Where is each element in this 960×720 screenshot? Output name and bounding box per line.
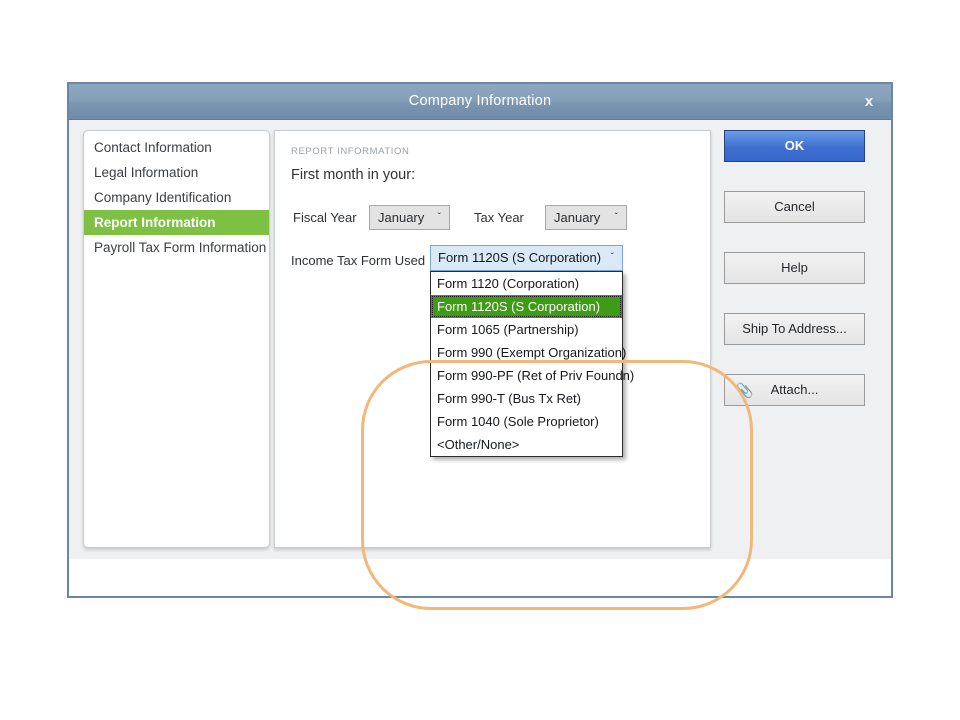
income-tax-form-value: Form 1120S (S Corporation) [438, 250, 602, 265]
dropdown-option-0[interactable]: Form 1120 (Corporation) [431, 272, 622, 295]
fiscal-year-select[interactable]: January ˇ [369, 205, 450, 230]
sidebar-item-1[interactable]: Legal Information [84, 160, 269, 185]
cancel-button[interactable]: Cancel [724, 191, 865, 223]
ship-to-address-button[interactable]: Ship To Address... [724, 313, 865, 345]
chevron-down-icon: ˇ [614, 212, 618, 223]
company-information-dialog: Company Information x Contact Informatio… [67, 82, 893, 610]
dropdown-option-5[interactable]: Form 990-T (Bus Tx Ret) [431, 387, 622, 410]
tax-year-value: January [554, 210, 601, 225]
tax-year-label: Tax Year [474, 210, 524, 225]
dropdown-option-2[interactable]: Form 1065 (Partnership) [431, 318, 622, 341]
close-icon[interactable]: x [857, 84, 881, 119]
sidebar-item-0[interactable]: Contact Information [84, 135, 269, 160]
sidebar-nav: Contact Information Legal Information Comp… [83, 130, 270, 548]
first-month-heading: First month in your: [291, 167, 416, 183]
button-label: Attach... [770, 382, 819, 397]
help-button[interactable]: Help [724, 252, 865, 284]
dialog-titlebar: Company Information x [69, 84, 891, 120]
dialog-body: Contact Information Legal Information Comp… [69, 120, 891, 610]
tax-year-select[interactable]: January ˇ [545, 205, 627, 230]
dialog-footer [69, 559, 891, 596]
dropdown-option-3[interactable]: Form 990 (Exempt Organization) [431, 341, 626, 364]
dialog-title: Company Information [408, 93, 552, 109]
dialog-button-column: OK Cancel Help Ship To Address... 📎 Attach... [724, 130, 874, 435]
attach-button[interactable]: 📎 Attach... [724, 374, 865, 406]
paperclip-icon: 📎 [736, 382, 754, 398]
sidebar-item-3[interactable]: Report Information [84, 210, 269, 235]
sidebar-item-4[interactable]: Payroll Tax Form Information [84, 235, 269, 260]
dropdown-option-6[interactable]: Form 1040 (Sole Proprietor) [431, 410, 622, 433]
chevron-down-icon: ˇ [610, 252, 614, 263]
report-information-panel: REPORT INFORMATION First month in your: … [274, 130, 711, 548]
dropdown-option-4[interactable]: Form 990-PF (Ret of Priv Foundn) [431, 364, 634, 387]
section-heading: REPORT INFORMATION [291, 146, 410, 157]
dropdown-option-1[interactable]: Form 1120S (S Corporation) [431, 295, 622, 318]
dropdown-option-7[interactable]: <Other/None> [431, 433, 622, 456]
ok-button[interactable]: OK [724, 130, 865, 162]
income-tax-form-label: Income Tax Form Used [291, 253, 426, 268]
sidebar-item-2[interactable]: Company Identification [84, 185, 269, 210]
income-tax-form-dropdown-list[interactable]: Form 1120 (Corporation) Form 1120S (S Cor… [430, 271, 634, 457]
income-tax-form-select[interactable]: Form 1120S (S Corporation) ˇ [430, 245, 623, 271]
fiscal-year-label: Fiscal Year [293, 210, 357, 225]
fiscal-year-value: January [378, 210, 425, 225]
chevron-down-icon: ˇ [437, 212, 441, 223]
